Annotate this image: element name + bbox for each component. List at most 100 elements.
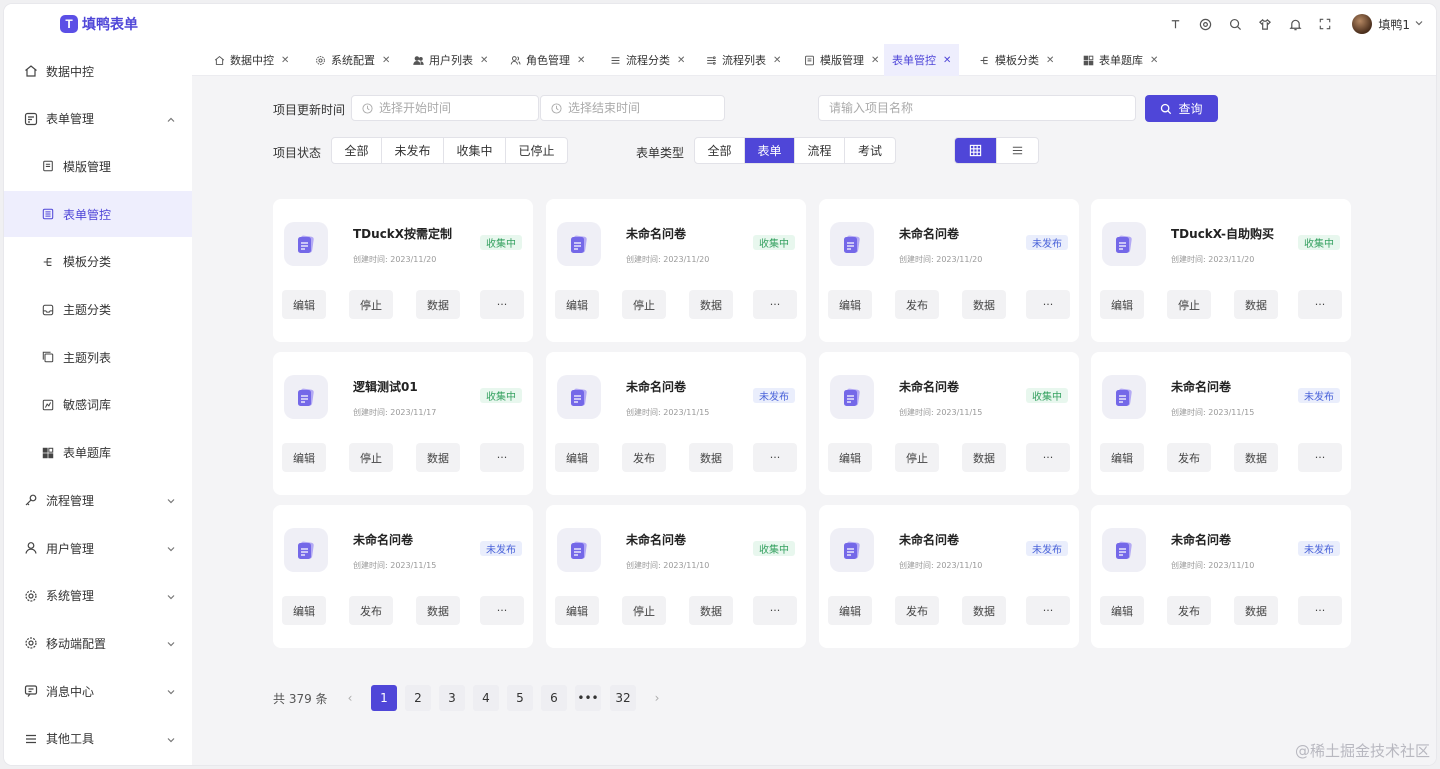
page-7[interactable]: 32 bbox=[610, 685, 636, 711]
sidebar-item-12[interactable]: 移动端配置 bbox=[4, 620, 192, 666]
search-icon[interactable] bbox=[1220, 12, 1250, 36]
more-button[interactable]: ··· bbox=[1298, 290, 1342, 319]
sidebar-item-14[interactable]: 其他工具 bbox=[4, 716, 192, 762]
more-button[interactable]: ··· bbox=[1026, 443, 1070, 472]
stop-button[interactable]: 停止 bbox=[622, 596, 666, 625]
more-button[interactable]: ··· bbox=[1298, 596, 1342, 625]
shirt-icon[interactable] bbox=[1250, 12, 1280, 36]
sidebar-item-5[interactable]: 主题分类 bbox=[4, 287, 192, 333]
page-5[interactable]: 6 bbox=[541, 685, 567, 711]
tab-6[interactable]: 模版管理 ✕ bbox=[796, 44, 887, 76]
sidebar-item-3[interactable]: 表单管控 bbox=[4, 191, 192, 238]
fullscreen-icon[interactable] bbox=[1310, 12, 1340, 36]
sidebar-item-10[interactable]: 用户管理 bbox=[4, 525, 192, 571]
data-button[interactable]: 数据 bbox=[416, 443, 460, 472]
text-size-icon[interactable] bbox=[1160, 12, 1190, 36]
data-button[interactable]: 数据 bbox=[689, 596, 733, 625]
publish-button[interactable]: 发布 bbox=[1167, 443, 1211, 472]
close-icon[interactable]: ✕ bbox=[382, 55, 390, 66]
data-button[interactable]: 数据 bbox=[416, 290, 460, 319]
next-page-icon[interactable]: › bbox=[644, 685, 670, 711]
stop-button[interactable]: 停止 bbox=[349, 290, 393, 319]
edit-button[interactable]: 编辑 bbox=[1100, 290, 1144, 319]
project-name-input[interactable] bbox=[818, 95, 1136, 121]
sidebar-item-7[interactable]: 敏感词库 bbox=[4, 382, 192, 428]
form-card[interactable]: 未命名问卷 创建时间: 2023/11/20 收集中 编辑 停止 数据 ··· bbox=[546, 199, 806, 342]
publish-button[interactable]: 发布 bbox=[622, 443, 666, 472]
sidebar-item-6[interactable]: 主题列表 bbox=[4, 334, 192, 380]
status-seg-option-2[interactable]: 收集中 bbox=[444, 138, 506, 163]
more-button[interactable]: ··· bbox=[1026, 596, 1070, 625]
tab-0[interactable]: 数据中控 ✕ bbox=[206, 44, 297, 76]
page-6[interactable]: ••• bbox=[575, 685, 601, 711]
edit-button[interactable]: 编辑 bbox=[828, 290, 872, 319]
edit-button[interactable]: 编辑 bbox=[555, 443, 599, 472]
data-button[interactable]: 数据 bbox=[1234, 290, 1278, 319]
form-card[interactable]: 未命名问卷 创建时间: 2023/11/15 未发布 编辑 发布 数据 ··· bbox=[546, 352, 806, 495]
project-name-field[interactable] bbox=[829, 101, 1135, 115]
more-button[interactable]: ··· bbox=[753, 596, 797, 625]
bell-icon[interactable] bbox=[1280, 12, 1310, 36]
close-icon[interactable]: ✕ bbox=[871, 55, 879, 66]
close-icon[interactable]: ✕ bbox=[1150, 55, 1158, 66]
more-button[interactable]: ··· bbox=[480, 443, 524, 472]
more-button[interactable]: ··· bbox=[753, 443, 797, 472]
publish-button[interactable]: 发布 bbox=[895, 290, 939, 319]
edit-button[interactable]: 编辑 bbox=[1100, 596, 1144, 625]
edit-button[interactable]: 编辑 bbox=[282, 290, 326, 319]
end-time-field[interactable] bbox=[568, 101, 724, 115]
tab-9[interactable]: 表单题库 ✕ bbox=[1075, 44, 1166, 76]
edit-button[interactable]: 编辑 bbox=[555, 290, 599, 319]
stop-button[interactable]: 停止 bbox=[349, 443, 393, 472]
form-card[interactable]: TDuckX按需定制 创建时间: 2023/11/20 收集中 编辑 停止 数据 ··… bbox=[273, 199, 533, 342]
start-time-field[interactable] bbox=[379, 101, 538, 115]
more-button[interactable]: ··· bbox=[1298, 443, 1342, 472]
form-card[interactable]: 未命名问卷 创建时间: 2023/11/15 未发布 编辑 发布 数据 ··· bbox=[273, 505, 533, 648]
stop-button[interactable]: 停止 bbox=[895, 443, 939, 472]
form-card[interactable]: 未命名问卷 创建时间: 2023/11/15 收集中 编辑 停止 数据 ··· bbox=[819, 352, 1079, 495]
tab-5[interactable]: 流程列表 ✕ bbox=[698, 44, 789, 76]
sidebar-item-2[interactable]: 模版管理 bbox=[4, 143, 192, 189]
close-icon[interactable]: ✕ bbox=[773, 55, 781, 66]
close-icon[interactable]: ✕ bbox=[480, 55, 488, 66]
data-button[interactable]: 数据 bbox=[1234, 443, 1278, 472]
user-name[interactable]: 填鸭1 bbox=[1378, 16, 1410, 33]
sidebar-item-4[interactable]: 模板分类 bbox=[4, 239, 192, 285]
query-button[interactable]: 查询 bbox=[1145, 95, 1218, 122]
close-icon[interactable]: ✕ bbox=[281, 55, 289, 66]
close-icon[interactable]: ✕ bbox=[677, 55, 685, 66]
status-seg-option-3[interactable]: 已停止 bbox=[506, 138, 567, 163]
page-0[interactable]: 1 bbox=[371, 685, 397, 711]
chevron-down-icon[interactable] bbox=[166, 591, 176, 601]
sidebar-item-8[interactable]: 表单题库 bbox=[4, 430, 192, 476]
status-seg-option-0[interactable]: 全部 bbox=[332, 138, 382, 163]
chevron-down-icon[interactable] bbox=[166, 495, 176, 505]
more-button[interactable]: ··· bbox=[753, 290, 797, 319]
end-time-input[interactable] bbox=[540, 95, 725, 121]
form-card[interactable]: TDuckX-自助购买 创建时间: 2023/11/20 收集中 编辑 停止 数据 ·… bbox=[1091, 199, 1351, 342]
form-card[interactable]: 未命名问卷 创建时间: 2023/11/10 未发布 编辑 发布 数据 ··· bbox=[1091, 505, 1351, 648]
close-icon[interactable]: ✕ bbox=[943, 55, 951, 66]
sidebar-item-0[interactable]: 数据中控 bbox=[4, 48, 192, 94]
sidebar-item-9[interactable]: 流程管理 bbox=[4, 477, 192, 523]
close-icon[interactable]: ✕ bbox=[1046, 55, 1054, 66]
tab-2[interactable]: 用户列表 ✕ bbox=[405, 44, 496, 76]
type-seg-option-1[interactable]: 表单 bbox=[745, 138, 795, 163]
edit-button[interactable]: 编辑 bbox=[828, 443, 872, 472]
publish-button[interactable]: 发布 bbox=[895, 596, 939, 625]
form-card[interactable]: 未命名问卷 创建时间: 2023/11/20 未发布 编辑 发布 数据 ··· bbox=[819, 199, 1079, 342]
page-3[interactable]: 4 bbox=[473, 685, 499, 711]
edit-button[interactable]: 编辑 bbox=[828, 596, 872, 625]
chevron-down-icon[interactable] bbox=[166, 734, 176, 744]
edit-button[interactable]: 编辑 bbox=[282, 443, 326, 472]
data-button[interactable]: 数据 bbox=[962, 443, 1006, 472]
prev-page-icon[interactable]: ‹ bbox=[337, 685, 363, 711]
stop-button[interactable]: 停止 bbox=[1167, 290, 1211, 319]
grid-view-icon[interactable] bbox=[955, 138, 997, 163]
stop-button[interactable]: 停止 bbox=[622, 290, 666, 319]
page-2[interactable]: 3 bbox=[439, 685, 465, 711]
status-seg-option-1[interactable]: 未发布 bbox=[382, 138, 444, 163]
edit-button[interactable]: 编辑 bbox=[1100, 443, 1144, 472]
form-card[interactable]: 未命名问卷 创建时间: 2023/11/10 未发布 编辑 发布 数据 ··· bbox=[819, 505, 1079, 648]
sidebar-item-11[interactable]: 系统管理 bbox=[4, 573, 192, 619]
